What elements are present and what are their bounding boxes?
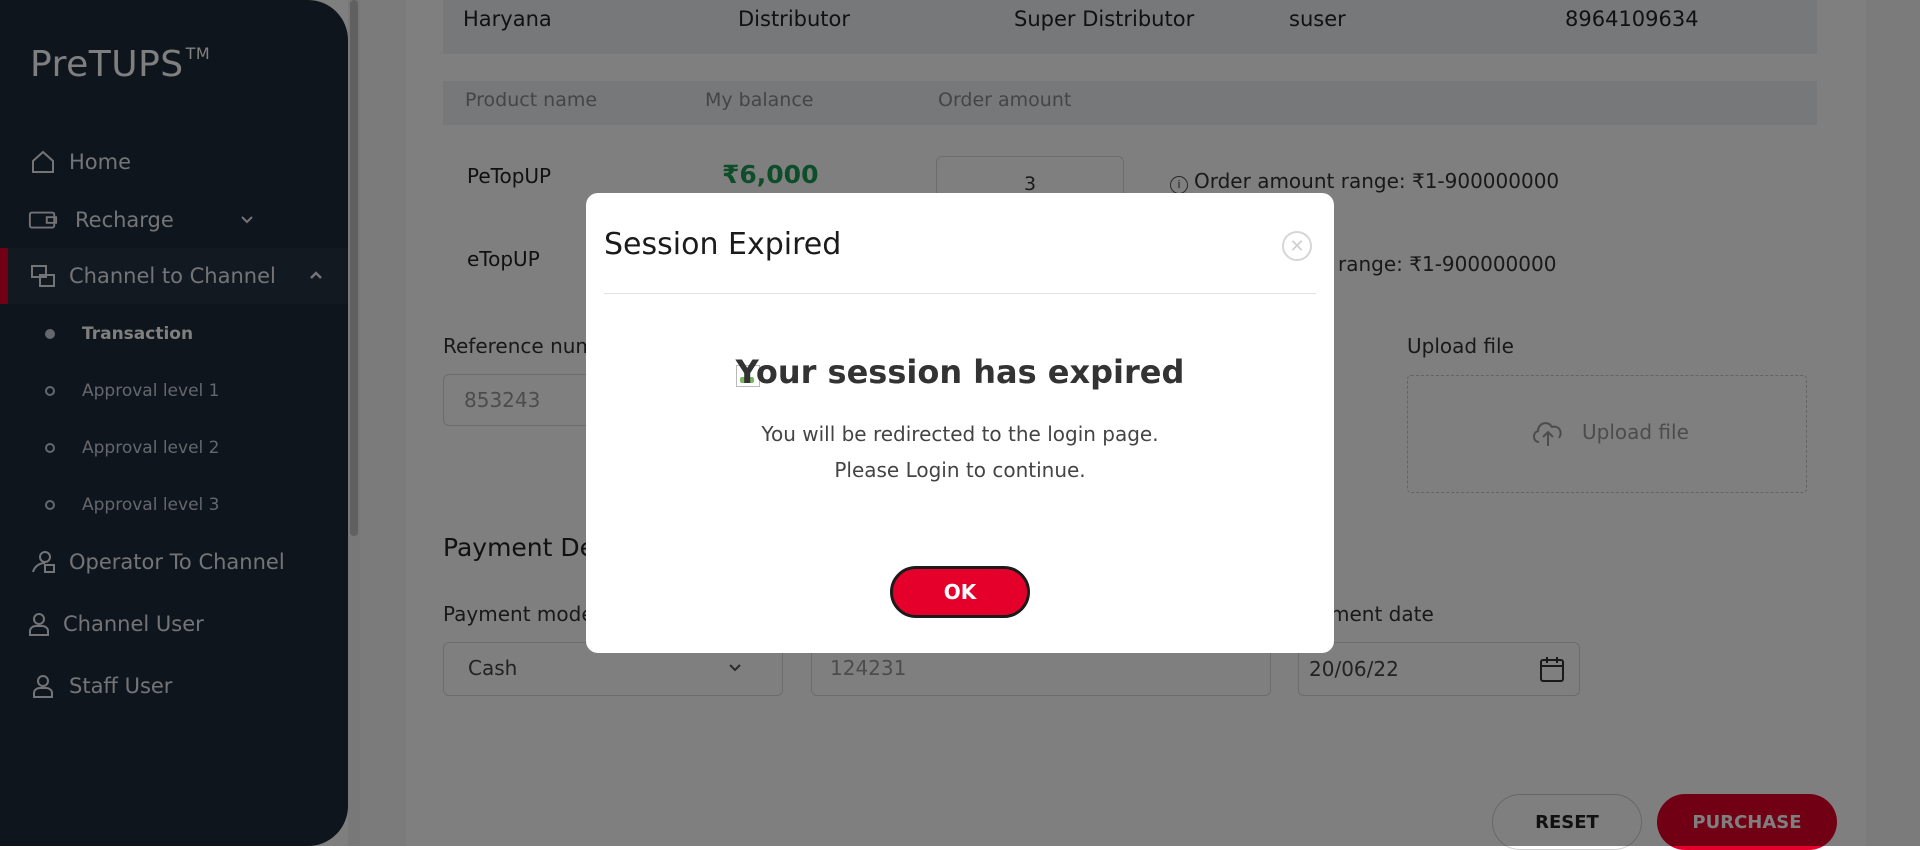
- modal-title: Session Expired: [604, 227, 842, 262]
- modal-divider: [604, 293, 1316, 294]
- modal-heading: Your session has expired: [735, 353, 1185, 391]
- modal-message-line2: Please Login to continue.: [834, 458, 1086, 482]
- ok-button[interactable]: OK: [890, 566, 1030, 618]
- close-icon[interactable]: ✕: [1282, 231, 1312, 261]
- modal-message-line1: You will be redirected to the login page…: [761, 422, 1159, 446]
- session-expired-dialog: Session Expired ✕ Your session has expir…: [586, 193, 1334, 653]
